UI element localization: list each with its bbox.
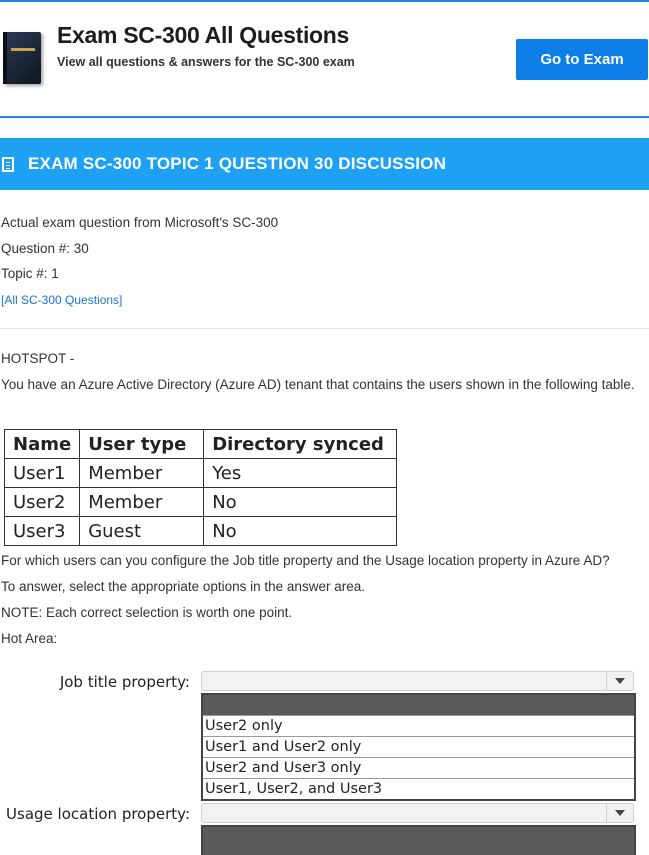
option-item[interactable]: User1, User2, and User3 [203,778,634,799]
question-instructions: For which users can you configure the Jo… [1,548,646,652]
job-title-select[interactable] [201,671,634,691]
answer-instruction: To answer, select the appropriate option… [1,579,365,594]
table-cell: No [203,487,398,517]
option-item[interactable]: User1 and User2 only [203,736,634,757]
options-header [203,827,634,855]
table-header-cell: Directory synced [203,429,398,459]
question-meta: Actual exam question from Microsoft's SC… [1,210,278,313]
scoring-note: NOTE: Each correct selection is worth on… [1,605,293,620]
job-title-options: User2 only User1 and User2 only User2 an… [201,693,636,801]
table-header-cell: Name [3,429,81,459]
options-header [203,695,634,715]
usage-location-select[interactable] [201,803,634,823]
exam-title: Exam SC-300 All Questions [57,22,350,48]
question-number: Question #: 30 [1,240,89,256]
question-prompt: For which users can you configure the Jo… [1,553,610,568]
table-cell: Member [79,487,205,517]
question-body: HOTSPOT - You have an Azure Active Direc… [1,346,641,398]
table-cell: No [203,516,398,546]
job-title-label: Job title property: [59,673,190,691]
hot-area: Job title property: User2 only User1 and… [0,668,649,855]
hot-area-label: Hot Area: [1,631,58,646]
table-row: User2 Member No [3,487,398,517]
table-row: User1 Member Yes [3,458,398,488]
table-cell: User1 [3,458,81,488]
discussion-title: EXAM SC-300 TOPIC 1 QUESTION 30 DISCUSSI… [28,154,447,173]
usage-location-options [201,825,636,855]
topic-number: Topic #: 1 [1,266,59,281]
chevron-down-icon[interactable] [606,804,633,822]
option-item[interactable]: User2 and User3 only [203,757,634,778]
table-cell: Yes [203,458,398,488]
table-header-row: Name User type Directory synced [3,429,398,459]
chevron-down-icon[interactable] [606,672,633,690]
table-row: User3 Guest No [3,516,398,546]
table-cell: User2 [3,487,81,517]
option-item[interactable]: User2 only [203,715,634,736]
exam-book-icon [3,32,41,84]
exam-source: Actual exam question from Microsoft's SC… [1,215,279,230]
discussion-banner: EXAM SC-300 TOPIC 1 QUESTION 30 DISCUSSI… [0,138,649,190]
usage-location-label: Usage location property: [6,805,190,823]
users-table-wrap: Name User type Directory synced User1 Me… [3,429,398,546]
document-icon [2,156,14,172]
table-cell: User3 [3,516,81,546]
question-type: HOTSPOT - [1,351,75,366]
table-cell: Member [79,458,205,488]
header-divider [0,116,649,118]
table-cell: Guest [79,516,205,546]
question-intro: You have an Azure Active Directory (Azur… [1,377,635,392]
exam-subtitle: View all questions & answers for the SC-… [57,55,355,69]
go-to-exam-button[interactable]: Go to Exam [516,39,648,80]
users-table: Name User type Directory synced User1 Me… [3,429,398,546]
table-header-cell: User type [79,429,205,459]
all-questions-link[interactable]: [All SC-300 Questions] [1,293,122,307]
exam-header: Exam SC-300 All Questions View all quest… [0,2,649,114]
meta-divider [0,328,649,329]
